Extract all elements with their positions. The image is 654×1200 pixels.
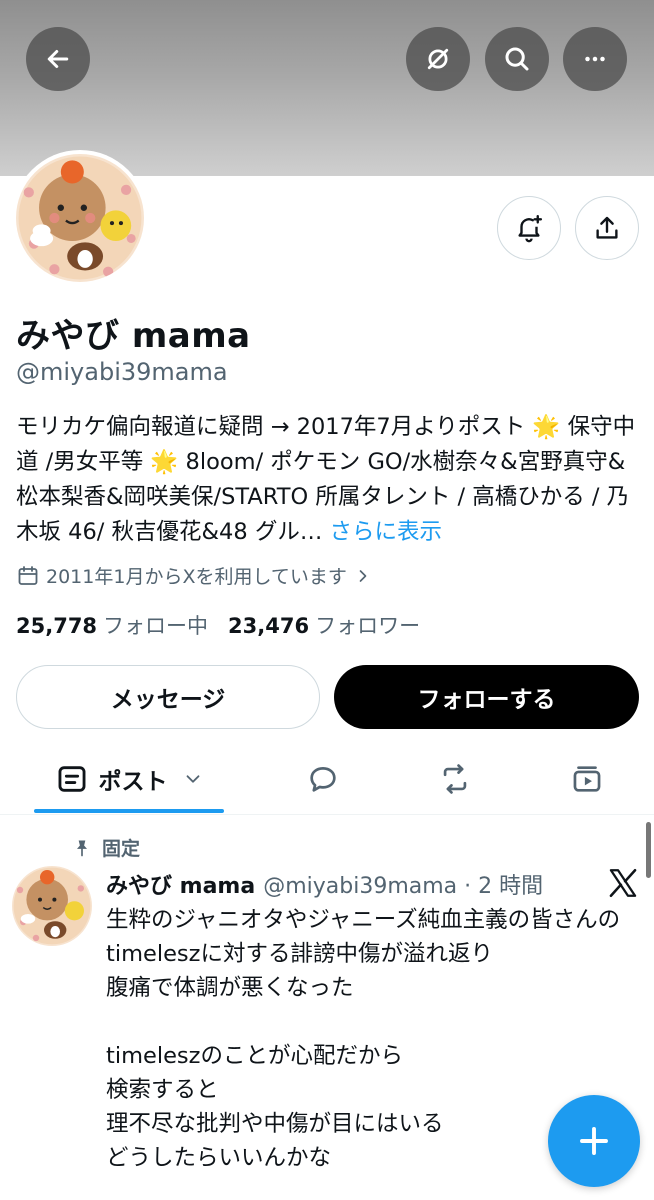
slash-circle-icon xyxy=(427,48,449,70)
pinned-label: 固定 xyxy=(102,838,141,860)
compose-post-button[interactable] xyxy=(548,1095,640,1187)
avatar-image xyxy=(12,866,92,946)
repost-icon xyxy=(443,764,467,794)
calendar-icon xyxy=(18,565,38,585)
reply-bubble-icon xyxy=(310,767,336,792)
follow-button[interactable]: フォローする xyxy=(334,665,639,729)
more-button[interactable] xyxy=(563,27,627,91)
followers-count: 23,476 xyxy=(228,614,310,638)
post-meta: @miyabi39mama · 2 時間 xyxy=(263,874,544,899)
tab-posts-label: ポスト xyxy=(98,769,168,795)
message-button[interactable]: メッセージ xyxy=(16,665,320,729)
share-icon xyxy=(596,216,618,239)
avatar-image xyxy=(16,154,144,282)
joined-date[interactable]: 2011年1月からXを利用しています xyxy=(16,562,373,589)
bio-text: モリカケ偏向報道に疑問 → 2017年7月よりポスト 🌟 保守中道 /男女平等 … xyxy=(16,414,636,545)
search-button[interactable] xyxy=(485,27,549,91)
profile-banner xyxy=(0,0,654,176)
search-icon xyxy=(505,47,529,71)
post-author-name[interactable]: みやび mama xyxy=(106,868,255,900)
grok-button[interactable] xyxy=(406,27,470,91)
following-stat[interactable]: 25,778 フォロー中 xyxy=(16,610,208,640)
pinned-indicator: 固定 xyxy=(72,834,140,861)
follow-stats: 25,778 フォロー中 23,476 フォロワー xyxy=(16,610,420,640)
tab-posts[interactable]: ポスト xyxy=(34,745,224,813)
profile-bio: モリカケ偏向報道に疑問 → 2017年7月よりポスト 🌟 保守中道 /男女平等 … xyxy=(16,410,644,550)
tab-replies[interactable] xyxy=(290,745,356,813)
profile-avatar[interactable] xyxy=(12,150,148,286)
more-horizontal-icon xyxy=(585,56,605,62)
bio-more-link[interactable]: さらに表示 xyxy=(330,519,443,545)
followers-stat[interactable]: 23,476 フォロワー xyxy=(228,610,420,640)
plus-icon xyxy=(580,1127,608,1155)
back-button[interactable] xyxy=(26,27,90,91)
pin-icon xyxy=(77,840,87,856)
tab-reposts[interactable] xyxy=(422,745,488,813)
arrow-left-icon xyxy=(47,50,69,68)
profile-handle: @miyabi39mama xyxy=(16,358,228,386)
share-button[interactable] xyxy=(575,196,639,260)
followers-label: フォロワー xyxy=(315,614,421,638)
following-label: フォロー中 xyxy=(103,614,209,638)
x-logo-icon xyxy=(609,868,637,898)
chevron-right-icon xyxy=(359,569,367,582)
profile-name: みやび mama xyxy=(16,316,251,356)
tab-videos[interactable] xyxy=(554,745,620,813)
post-header: みやび mama @miyabi39mama · 2 時間 xyxy=(106,868,543,900)
video-icon xyxy=(573,766,601,792)
chevron-down-icon xyxy=(186,775,199,783)
posts-icon xyxy=(58,766,85,792)
following-count: 25,778 xyxy=(16,614,98,638)
joined-text: 2011年1月からXを利用しています xyxy=(46,566,347,588)
scrollbar[interactable] xyxy=(646,822,651,878)
notify-button[interactable] xyxy=(497,196,561,260)
bell-plus-icon xyxy=(518,214,543,243)
post-author-avatar[interactable] xyxy=(12,866,92,946)
profile-tabs: ポスト xyxy=(0,745,654,815)
active-tab-indicator xyxy=(34,809,224,813)
